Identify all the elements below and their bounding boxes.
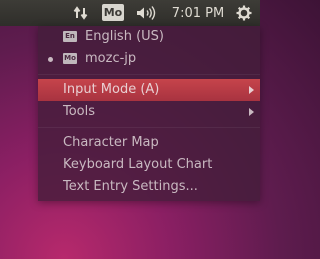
- menu-item-tools[interactable]: Tools: [38, 101, 260, 123]
- menu-item-input-mode[interactable]: Input Mode (A): [38, 79, 260, 101]
- menu-item-label: English (US): [85, 29, 164, 44]
- selected-bullet-icon: [48, 57, 53, 62]
- submenu-arrow-icon: [249, 86, 254, 94]
- menu-item-keyboard-layout-chart[interactable]: Keyboard Layout Chart: [38, 154, 260, 176]
- input-method-menu: En English (US) Mo mozc-jp Input Mode (A…: [38, 26, 260, 201]
- menu-item-label: Tools: [63, 104, 96, 119]
- gear-icon[interactable]: [234, 0, 254, 26]
- menu-item-label: Text Entry Settings...: [63, 179, 198, 194]
- menu-item-character-map[interactable]: Character Map: [38, 132, 260, 154]
- menu-separator: [38, 127, 260, 128]
- language-tag-en: En: [63, 31, 77, 42]
- language-tag-mo: Mo: [63, 53, 77, 64]
- submenu-arrow-icon: [249, 108, 254, 116]
- menu-item-label: Keyboard Layout Chart: [63, 157, 213, 172]
- volume-icon[interactable]: [133, 0, 159, 26]
- top-panel: Mo 7:01 PM: [0, 0, 260, 26]
- input-method-indicator[interactable]: Mo: [102, 4, 124, 21]
- menu-item-label: Input Mode (A): [63, 82, 160, 97]
- menu-item-text-entry-settings[interactable]: Text Entry Settings...: [38, 176, 260, 198]
- menu-item-label: Character Map: [63, 135, 159, 150]
- menu-item-mozc-jp[interactable]: Mo mozc-jp: [38, 48, 260, 70]
- menu-item-english-us[interactable]: En English (US): [38, 26, 260, 48]
- clock[interactable]: 7:01 PM: [170, 0, 226, 26]
- menu-separator: [38, 74, 260, 75]
- menu-item-label: mozc-jp: [85, 51, 137, 66]
- network-arrows-icon[interactable]: [70, 0, 92, 26]
